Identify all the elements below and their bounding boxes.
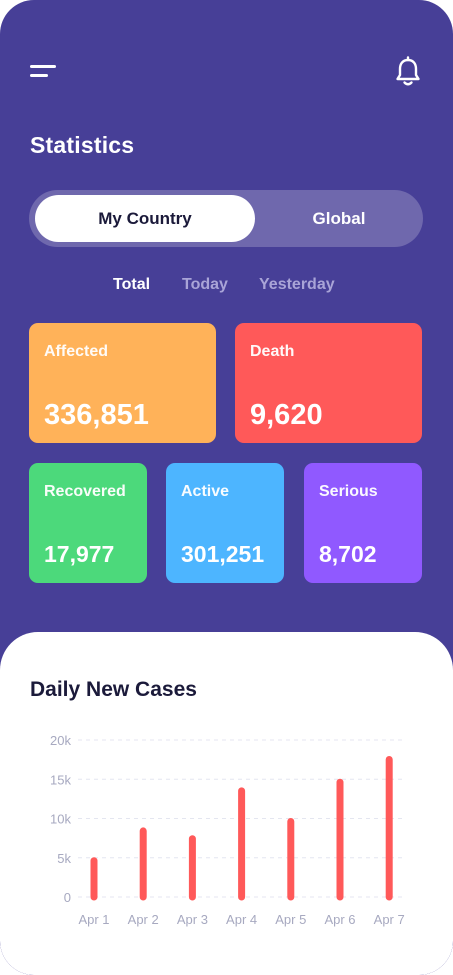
x-tick-label: Apr 1 (78, 912, 109, 927)
y-tick-label: 15k (50, 772, 71, 787)
y-tick-label: 20k (50, 733, 71, 748)
death-value: 9,620 (250, 399, 323, 431)
chart-title: Daily New Cases (30, 678, 197, 701)
serious-label: Serious (319, 483, 378, 500)
serious-value: 8,702 (319, 541, 377, 567)
x-tick-label: Apr 4 (226, 912, 257, 927)
page-title: Statistics (30, 132, 135, 158)
recovered-label: Recovered (44, 483, 126, 500)
active-label: Active (181, 483, 230, 500)
global-button[interactable]: Global (255, 195, 423, 242)
tab-total[interactable]: Total (113, 276, 150, 294)
y-tick-label: 0 (64, 890, 71, 905)
x-tick-label: Apr 6 (324, 912, 355, 927)
tab-today[interactable]: Today (182, 276, 228, 294)
x-tick-label: Apr 3 (177, 912, 208, 927)
y-tick-label: 10k (50, 812, 71, 827)
active-value: 301,251 (181, 541, 265, 567)
affected-value: 336,851 (44, 399, 149, 431)
x-tick-label: Apr 5 (275, 912, 306, 927)
my-country-button[interactable]: My Country (35, 195, 255, 242)
bell-icon[interactable] (394, 56, 422, 88)
tab-yesterday[interactable]: Yesterday (259, 276, 335, 294)
y-tick-label: 5k (57, 851, 71, 866)
serious-card[interactable]: Serious 8,702 (304, 463, 422, 583)
x-tick-label: Apr 7 (374, 912, 405, 927)
x-tick-label: Apr 2 (128, 912, 159, 927)
daily-cases-chart: 0 5k 10k 15k 20k Apr 1 Apr 2 Apr 3 Apr 4 Apr 5 Apr… (50, 733, 405, 927)
death-card[interactable]: Death 9,620 (235, 323, 422, 443)
period-tabs: Total Today Yesterday (0, 276, 453, 298)
active-card[interactable]: Active 301,251 (166, 463, 284, 583)
menu-icon[interactable] (30, 63, 58, 83)
death-label: Death (250, 343, 295, 360)
recovered-value: 17,977 (44, 541, 115, 567)
top-bar (0, 0, 453, 110)
recovered-card[interactable]: Recovered 17,977 (29, 463, 147, 583)
affected-label: Affected (44, 343, 109, 360)
region-toggle: My Country Global (29, 190, 423, 247)
phone-screen: Statistics My Country Global Total Today… (0, 0, 453, 975)
affected-card[interactable]: Affected 336,851 (29, 323, 216, 443)
